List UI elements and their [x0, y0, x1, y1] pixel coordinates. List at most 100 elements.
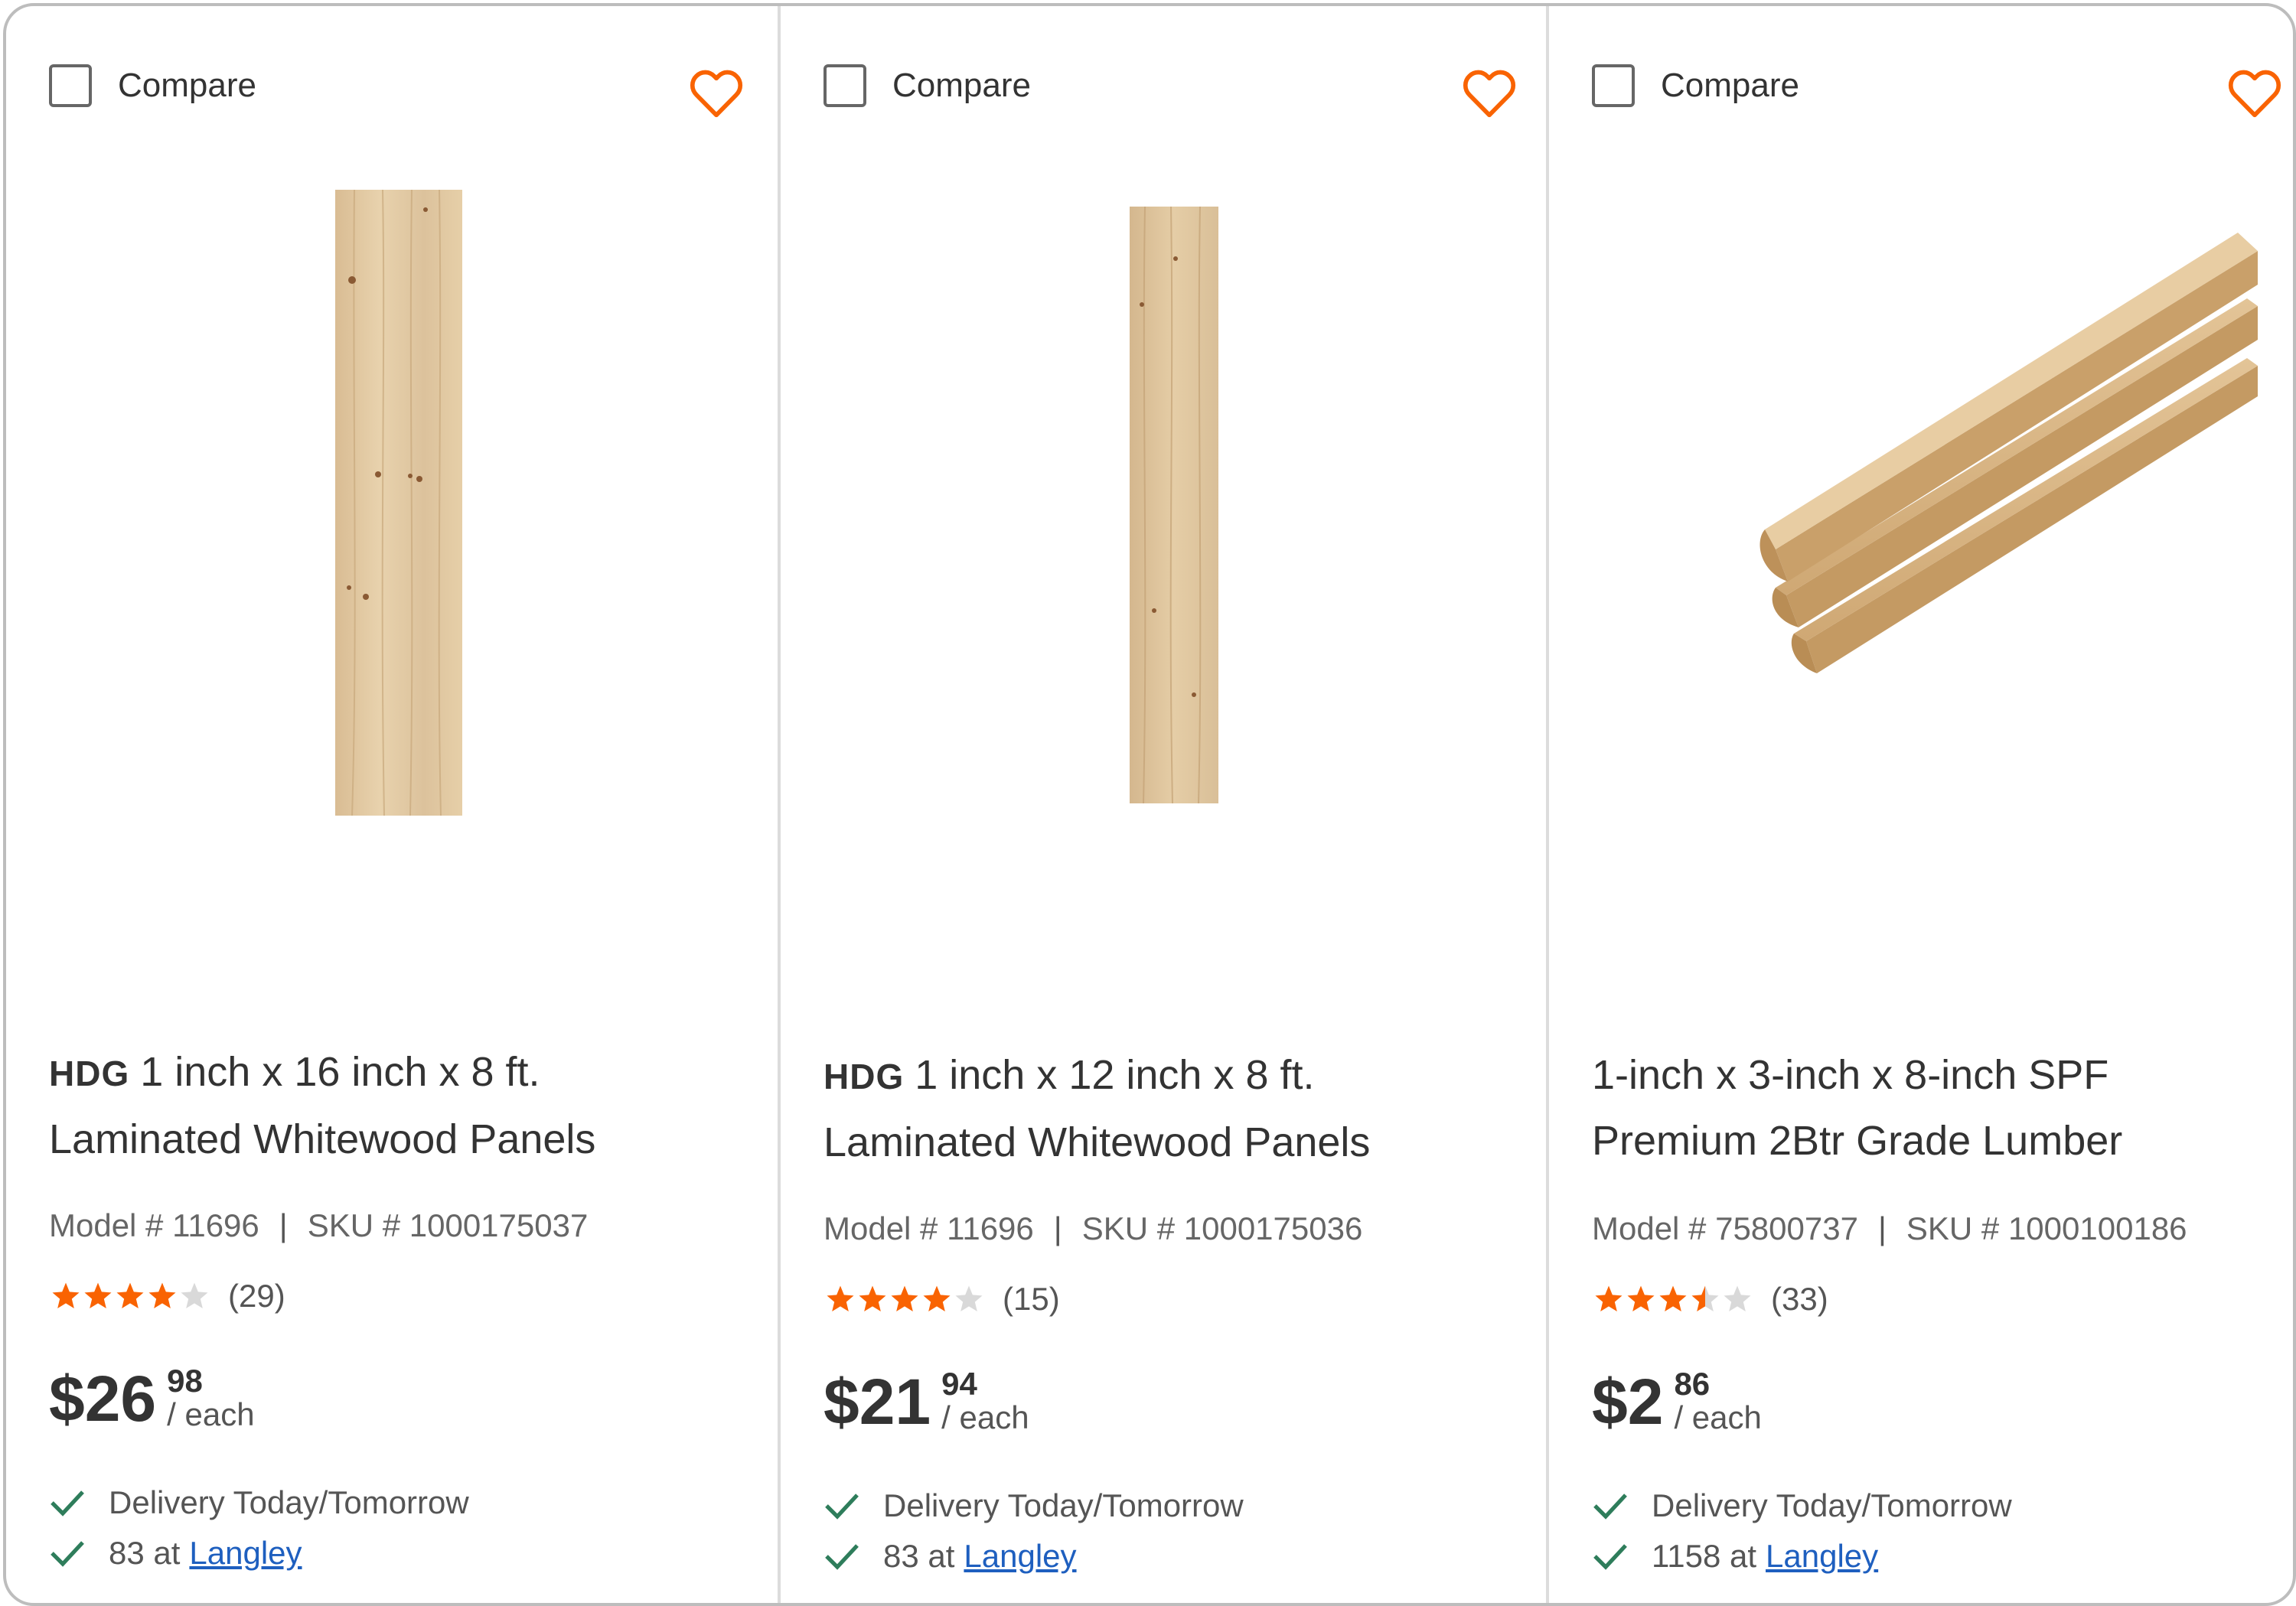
- price: $26 98 / each: [49, 1360, 255, 1437]
- rating[interactable]: (29): [51, 1278, 285, 1314]
- price-dollars: $2: [1592, 1366, 1664, 1438]
- price: $21 94 / each: [823, 1363, 1029, 1440]
- model-sku: Model # 11696 | SKU # 1000175037: [49, 1207, 588, 1244]
- price-dollars: $26: [49, 1363, 157, 1435]
- sku-number: SKU # 1000100186: [1906, 1210, 2187, 1246]
- compare-label[interactable]: Compare: [1661, 67, 1799, 105]
- review-count[interactable]: (33): [1771, 1281, 1828, 1318]
- price: $2 86 / each: [1592, 1363, 1762, 1440]
- product-card[interactable]: Compare: [781, 6, 1549, 1603]
- title-line-1[interactable]: 1 inch x 12 inch x 8 ft.: [915, 1052, 1314, 1098]
- star-filled-icon: [859, 1285, 886, 1311]
- product-card[interactable]: Compare: [1549, 6, 2293, 1603]
- price-unit: / each: [941, 1399, 1029, 1435]
- brand-name: HDG: [823, 1057, 905, 1096]
- title-line-1[interactable]: 1-inch x 3-inch x 8-inch SPF: [1592, 1052, 2108, 1098]
- checkmark-icon: [825, 1544, 859, 1570]
- star-half-icon: [1691, 1285, 1719, 1311]
- delivery-availability: Delivery Today/Tomorrow: [1592, 1487, 2012, 1524]
- checkmark-icon: [1593, 1494, 1627, 1520]
- checkmark-icon: [51, 1541, 84, 1567]
- delivery-text: Delivery Today/Tomorrow: [883, 1487, 1244, 1523]
- brand-name: HDG: [49, 1054, 130, 1093]
- delivery-text: Delivery Today/Tomorrow: [1652, 1487, 2012, 1523]
- star-filled-icon: [148, 1282, 176, 1308]
- product-grid-frame: Compare HDG 1 inch x 16 inch x 8 ft. Lam…: [3, 3, 2296, 1606]
- price-cents: 94: [941, 1366, 977, 1402]
- compare-label[interactable]: Compare: [118, 67, 256, 105]
- star-filled-icon: [116, 1282, 144, 1308]
- checkmark-icon: [51, 1490, 84, 1516]
- sku-number: SKU # 1000175036: [1081, 1210, 1363, 1246]
- delivery-availability: Delivery Today/Tomorrow: [823, 1487, 1244, 1524]
- star-empty-icon: [1724, 1285, 1751, 1311]
- rating[interactable]: (33): [1593, 1281, 1828, 1318]
- compare-checkbox[interactable]: [49, 64, 92, 107]
- store-link[interactable]: Langley: [1766, 1538, 1878, 1575]
- sku-number: SKU # 1000175037: [307, 1207, 589, 1243]
- star-empty-icon: [181, 1282, 208, 1308]
- store-link[interactable]: Langley: [964, 1538, 1076, 1575]
- lumber-boards-image[interactable]: [1549, 159, 2293, 985]
- heart-outline-icon[interactable]: [686, 63, 747, 124]
- star-filled-icon: [1627, 1285, 1655, 1311]
- price-cents: 98: [167, 1363, 203, 1399]
- model-number: Model # 11696: [49, 1207, 259, 1243]
- product-card[interactable]: Compare: [6, 6, 781, 1603]
- store-availability: 83 at Langley: [823, 1538, 1077, 1575]
- product-image[interactable]: [6, 159, 778, 985]
- delivery-availability: Delivery Today/Tomorrow: [49, 1484, 469, 1521]
- model-sku: Model # 75800737 | SKU # 1000100186: [1592, 1210, 2187, 1247]
- product-image[interactable]: [781, 159, 1546, 985]
- title-line-2[interactable]: Premium 2Btr Grade Lumber: [1592, 1118, 2122, 1164]
- star-filled-icon: [827, 1285, 854, 1311]
- heart-outline-icon[interactable]: [2224, 63, 2285, 124]
- star-empty-icon: [955, 1285, 983, 1311]
- price-unit: / each: [1674, 1399, 1762, 1435]
- whitewood-panel-image[interactable]: [6, 159, 781, 985]
- whitewood-panel-image[interactable]: [781, 159, 1549, 985]
- title-line-2[interactable]: Laminated Whitewood Panels: [49, 1116, 595, 1162]
- star-filled-icon: [1595, 1285, 1623, 1311]
- store-availability: 83 at Langley: [49, 1535, 302, 1572]
- separator: |: [1053, 1210, 1062, 1246]
- separator: |: [279, 1207, 288, 1243]
- model-sku: Model # 11696 | SKU # 1000175036: [823, 1210, 1362, 1247]
- delivery-text: Delivery Today/Tomorrow: [109, 1484, 469, 1520]
- compare-toggle[interactable]: Compare: [823, 64, 1031, 107]
- store-link[interactable]: Langley: [189, 1535, 302, 1572]
- checkmark-icon: [825, 1494, 859, 1520]
- star-filled-icon: [891, 1285, 918, 1311]
- heart-outline-icon[interactable]: [1459, 63, 1520, 124]
- review-count[interactable]: (15): [1003, 1281, 1060, 1318]
- separator: |: [1877, 1210, 1887, 1246]
- product-grid: Compare HDG 1 inch x 16 inch x 8 ft. Lam…: [6, 6, 2293, 1603]
- star-filled-icon: [923, 1285, 951, 1311]
- star-filled-icon: [1659, 1285, 1687, 1311]
- compare-checkbox[interactable]: [1592, 64, 1635, 107]
- title-line-1[interactable]: 1 inch x 16 inch x 8 ft.: [140, 1049, 540, 1095]
- model-number: Model # 75800737: [1592, 1210, 1858, 1246]
- store-availability: 1158 at Langley: [1592, 1538, 1878, 1575]
- price-unit: / each: [167, 1396, 255, 1432]
- price-dollars: $21: [823, 1366, 931, 1438]
- stock-count: 83 at: [109, 1535, 181, 1571]
- product-title[interactable]: HDG 1 inch x 12 inch x 8 ft. Laminated Wh…: [823, 1042, 1515, 1175]
- star-filled-icon: [52, 1282, 80, 1308]
- review-count[interactable]: (29): [228, 1278, 285, 1314]
- star-rating: [825, 1284, 986, 1314]
- checkmark-icon: [1593, 1544, 1627, 1570]
- product-title[interactable]: 1-inch x 3-inch x 8-inch SPF Premium 2Bt…: [1592, 1042, 2262, 1174]
- stock-count: 1158 at: [1652, 1538, 1757, 1574]
- product-title[interactable]: HDG 1 inch x 16 inch x 8 ft. Laminated Wh…: [49, 1039, 747, 1172]
- compare-toggle[interactable]: Compare: [49, 64, 256, 107]
- compare-label[interactable]: Compare: [892, 67, 1031, 105]
- star-filled-icon: [84, 1282, 112, 1308]
- title-line-2[interactable]: Laminated Whitewood Panels: [823, 1119, 1370, 1165]
- compare-checkbox[interactable]: [823, 64, 866, 107]
- product-image[interactable]: [1549, 159, 2293, 985]
- star-rating: [51, 1281, 211, 1311]
- rating[interactable]: (15): [825, 1281, 1060, 1318]
- star-rating: [1593, 1284, 1754, 1314]
- compare-toggle[interactable]: Compare: [1592, 64, 1799, 107]
